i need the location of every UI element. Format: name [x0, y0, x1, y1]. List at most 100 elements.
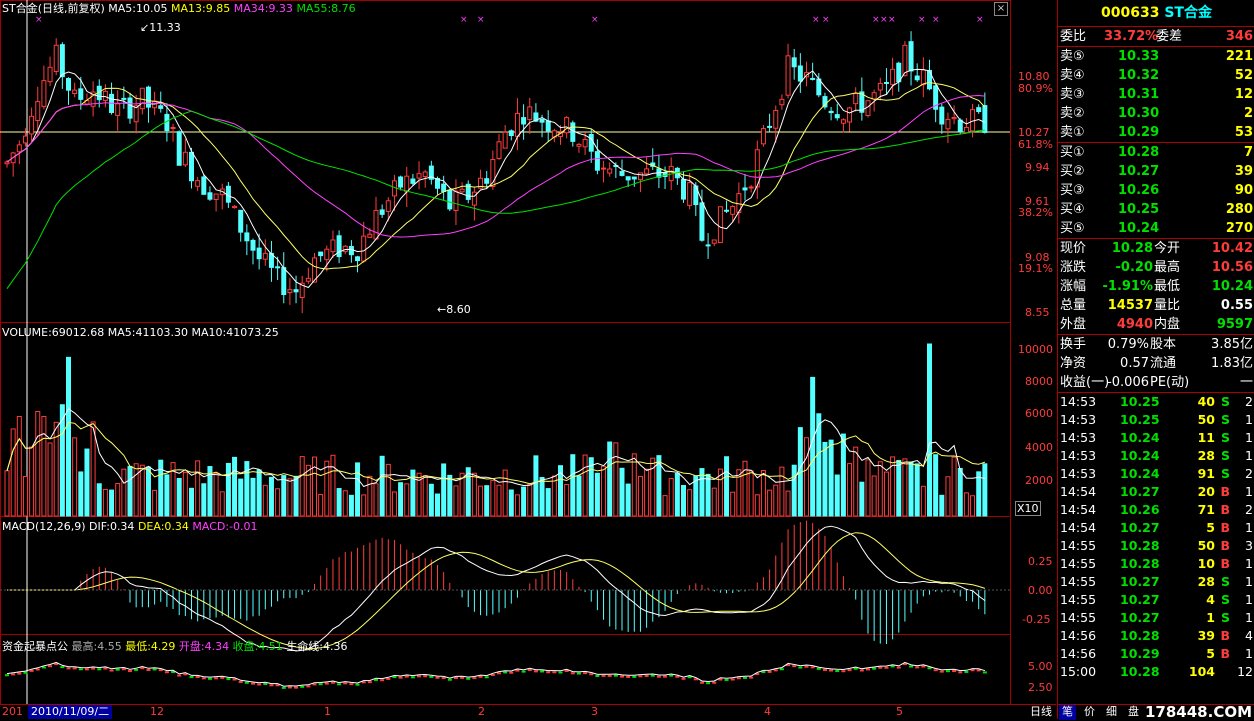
period-label[interactable]: 日线 [1030, 705, 1052, 719]
fund-axis-label: 2.50 [1028, 681, 1053, 694]
volume-bar [121, 468, 127, 517]
tick-side: S [1220, 448, 1230, 463]
tick-volume: 71 [1197, 502, 1215, 517]
volume-bar [496, 484, 502, 517]
signal-marker: × [976, 15, 984, 25]
close-icon[interactable]: × [994, 2, 1008, 16]
volume-bar [484, 485, 490, 517]
fund-candle [207, 677, 212, 680]
fund-candle [435, 676, 440, 679]
tick-price: 10.25 [1120, 394, 1160, 409]
stat-row: 净资 0.57 流通 1.83亿 [1058, 354, 1254, 373]
volume-bar [373, 483, 379, 517]
stat-label: 流通 [1150, 356, 1177, 371]
volume-bar [896, 459, 902, 517]
candle-body [545, 120, 551, 132]
stat-row: 收益(一) -0.006 PE(动) 一 [1058, 373, 1254, 392]
kline-chart[interactable]: × × × × × × × × × × × × [0, 0, 1056, 704]
fund-candle [343, 682, 348, 685]
tick-count: 3 [1245, 538, 1253, 553]
bid-volume: 90 [1234, 183, 1253, 198]
fund-candle [17, 672, 22, 675]
candle-body [182, 151, 188, 166]
candle-body [453, 190, 459, 211]
volume-bar [367, 475, 373, 517]
candle-body [348, 245, 354, 256]
fund-candle [699, 681, 704, 684]
candle-body [607, 168, 613, 174]
volume-bar [760, 470, 766, 517]
candle-body [102, 90, 108, 101]
volume-bar [582, 454, 588, 517]
tick-price: 10.27 [1120, 610, 1160, 625]
tick-row: 14:55 10.27 28 S 1 [1058, 573, 1254, 591]
macd-value: MACD:-0.01 [192, 520, 258, 533]
fund-candle [84, 668, 89, 671]
volume-bar [441, 463, 447, 517]
tab-book[interactable]: 盘 [1125, 705, 1142, 720]
candle-body [908, 41, 914, 72]
candle-body [847, 107, 853, 123]
fund-candle [97, 668, 102, 671]
tick-volume: 50 [1197, 538, 1215, 553]
volume-bar [834, 474, 840, 517]
volume-bar [238, 478, 244, 517]
ask-level-label: 卖③ [1060, 87, 1085, 102]
volume-bar [195, 460, 201, 517]
candle-body [797, 65, 803, 82]
candle-body [890, 68, 896, 85]
candle-body [41, 80, 47, 107]
tick-list[interactable]: 14:53 10.25 40 S 2 14:53 10.25 50 S 1 14:53 10.24 11… [1058, 393, 1254, 681]
tab-detail[interactable]: 细 [1103, 705, 1120, 720]
tick-volume: 10 [1197, 556, 1215, 571]
candle-body [115, 103, 121, 116]
tick-volume: 11 [1197, 430, 1215, 445]
bid-row: 买⑤ 10.24 270 [1058, 219, 1254, 238]
bid-price: 10.26 [1118, 183, 1160, 198]
candle-body [250, 239, 256, 251]
volume-bar [478, 485, 484, 517]
tab-trades[interactable]: 笔 [1059, 705, 1076, 720]
low-price-value: 8.60 [446, 303, 471, 316]
share-stats: 换手 0.79% 股本 3.85亿 净资 0.57 流通 1.83亿 收益(一) -0.006 PE… [1058, 335, 1254, 393]
bid-level-label: 买③ [1060, 183, 1085, 198]
volume-bar [428, 483, 434, 517]
fund-candle [11, 673, 16, 676]
fib-label: 19.1% [1018, 262, 1053, 275]
tick-row: 15:00 10.28 104 12 [1058, 663, 1254, 681]
tick-volume: 91 [1197, 466, 1215, 481]
tick-count: 12 [1237, 664, 1253, 679]
fund-low: 最低:4.29 [125, 640, 176, 653]
volume-bar [674, 472, 680, 517]
tick-count: 1 [1245, 556, 1253, 571]
fund-candle [878, 666, 883, 669]
fund-candle [128, 670, 132, 673]
ask-book: 卖⑤ 10.33 221 卖④ 10.32 52 卖③ 10.31 12 卖② 10.30 2 卖① 10… [1058, 47, 1254, 143]
signal-marker: × [460, 15, 468, 25]
candle-body [748, 186, 754, 189]
tick-row: 14:54 10.27 5 B 1 [1058, 519, 1254, 537]
tick-price: 10.26 [1120, 502, 1160, 517]
volume-bar [637, 475, 643, 517]
kline-chart-area[interactable]: × × × × × × × × × × × × ST合金(日线,前复权) MA5:10.05 MA13… [0, 0, 1056, 719]
volume-bar [102, 488, 108, 517]
fund-candle [367, 681, 372, 684]
macd-dif: DIF:0.34 [89, 520, 135, 533]
candle-body [275, 266, 281, 269]
ask-level-label: 卖② [1060, 106, 1085, 121]
candle-body [527, 106, 533, 121]
timeline-year-prefix: 201 [2, 705, 23, 718]
fund-candle [835, 670, 840, 673]
fund-candle [896, 666, 901, 669]
tab-price[interactable]: 价 [1081, 705, 1098, 720]
candle-body [699, 202, 705, 241]
volume-bar [318, 494, 324, 517]
tick-volume: 4 [1206, 592, 1215, 607]
tick-row: 14:56 10.28 39 B 4 [1058, 627, 1254, 645]
tick-time: 14:53 [1060, 448, 1097, 463]
ask-volume: 221 [1225, 49, 1253, 64]
volume-bar [139, 464, 145, 517]
volume-bar [391, 491, 397, 517]
fund-candle [841, 670, 846, 673]
volume-bar [945, 476, 951, 517]
